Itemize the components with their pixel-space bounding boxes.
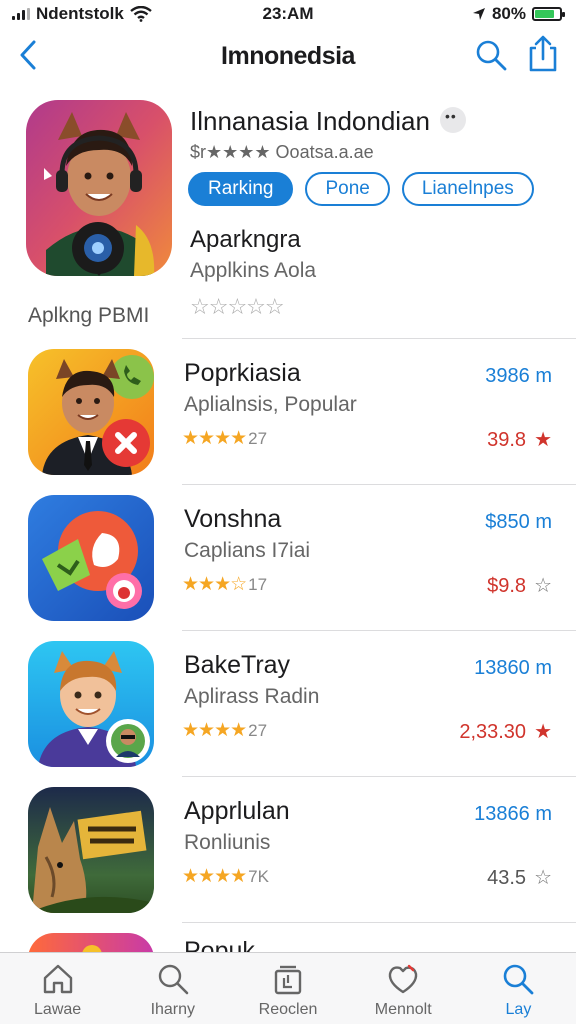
rating-count: 7K bbox=[248, 867, 269, 886]
tab-label: Lay bbox=[505, 1001, 532, 1018]
app-icon[interactable] bbox=[28, 641, 154, 767]
rating-count: 17 bbox=[248, 575, 268, 594]
star-outline-icon: ☆ bbox=[534, 575, 552, 597]
chip-ranking[interactable]: Rarking bbox=[188, 172, 294, 206]
location-icon bbox=[472, 8, 485, 20]
star-rating: ★★★☆ bbox=[182, 574, 247, 595]
tab-label: Lawae bbox=[34, 1001, 82, 1018]
tab-bar: Lawae Iharny Reoclen Mennolt Lay bbox=[0, 952, 576, 1024]
chip-categories[interactable]: Lianelnpes bbox=[401, 172, 534, 206]
star-icon: ★ bbox=[534, 721, 552, 743]
app-rating: ★★★★ 7K bbox=[182, 865, 269, 888]
more-icon[interactable] bbox=[439, 107, 466, 134]
status-bar: Ndentstolk 23:AM 80% bbox=[0, 0, 576, 30]
app-size: $850 m bbox=[485, 511, 552, 533]
list-item[interactable]: Vonshna Caplians I7iai ★★★☆ 17 $850 m $9.… bbox=[28, 484, 576, 630]
stack-icon bbox=[274, 965, 302, 995]
tab-label: Iharny bbox=[150, 1001, 196, 1018]
home-icon bbox=[43, 964, 72, 994]
price-value: 43.5 bbox=[487, 867, 527, 889]
app-price[interactable]: $9.8 ☆ bbox=[487, 573, 552, 598]
star-outline-icon: ☆ bbox=[534, 867, 552, 889]
app-name: Poprkiasia bbox=[184, 359, 301, 387]
battery-percent: 80% bbox=[491, 4, 526, 23]
featured-app-name-text: Ilnnanasia Indondian bbox=[190, 106, 430, 136]
tab-search[interactable]: Iharny bbox=[115, 953, 230, 1024]
featured-developer-sub: Applkins Aola bbox=[190, 259, 317, 282]
app-rating: ★★★★ 27 bbox=[182, 719, 267, 742]
app-rating: ★★★★ 27 bbox=[182, 427, 267, 450]
app-price[interactable]: 39.8 ★ bbox=[487, 427, 552, 452]
price-value: 2,33.30 bbox=[459, 721, 527, 743]
list-item[interactable]: Poprkiasia Aplialnsis, Popular ★★★★ 27 39… bbox=[28, 338, 576, 484]
featured-app-name: Ilnnanasia Indondian bbox=[190, 106, 466, 137]
featured-app-subtitle: $r★★★★ Ooatsa.a.ae bbox=[190, 142, 374, 162]
app-list: Poprkiasia Aplialnsis, Popular ★★★★ 27 39… bbox=[0, 338, 576, 965]
featured-app: Ilnnanasia Indondian $r★★★★ Ooatsa.a.ae … bbox=[0, 96, 576, 336]
featured-rating-stars: ☆☆☆☆☆ bbox=[190, 294, 285, 319]
rating-count: 27 bbox=[248, 721, 268, 740]
filter-chips: Rarking Pone Lianelnpes bbox=[188, 172, 534, 206]
tab-favorites[interactable]: Mennolt bbox=[346, 953, 461, 1024]
chip-pone[interactable]: Pone bbox=[305, 172, 390, 206]
share-icon[interactable] bbox=[526, 34, 560, 72]
app-icon[interactable] bbox=[28, 787, 154, 913]
search-icon bbox=[504, 964, 534, 995]
featured-app-icon[interactable] bbox=[26, 100, 172, 276]
star-rating: ★★★★ bbox=[182, 428, 247, 449]
list-item[interactable]: BakeTray Aplirass Radin ★★★★ 27 13860 m 2… bbox=[28, 630, 576, 776]
tab-label: Mennolt bbox=[374, 1001, 432, 1018]
tab-label: Reoclen bbox=[258, 1001, 318, 1018]
navigation-bar: Imnonedsia bbox=[0, 30, 576, 82]
price-value: $9.8 bbox=[487, 575, 527, 597]
tab-search-active[interactable]: Lay bbox=[461, 953, 576, 1024]
status-right: 80% bbox=[472, 4, 565, 24]
search-icon[interactable] bbox=[474, 38, 508, 72]
app-subtitle: Aplirass Radin bbox=[184, 685, 320, 708]
app-name: Vonshna bbox=[184, 505, 282, 533]
battery-icon bbox=[532, 7, 565, 21]
app-subtitle: Caplians I7iai bbox=[184, 539, 311, 562]
featured-caption: Aplkng PBMI bbox=[28, 304, 150, 327]
rating-count: 27 bbox=[248, 429, 268, 448]
app-name: BakeTray bbox=[184, 651, 291, 679]
app-price[interactable]: 2,33.30 ★ bbox=[459, 719, 552, 744]
star-rating: ★★★★ bbox=[182, 866, 247, 887]
search-icon bbox=[158, 964, 189, 995]
heart-icon bbox=[388, 964, 418, 994]
price-value: 39.8 bbox=[487, 429, 527, 451]
tab-home[interactable]: Lawae bbox=[0, 953, 115, 1024]
app-icon[interactable] bbox=[28, 495, 154, 621]
app-name: Apprlulan bbox=[184, 797, 290, 825]
app-rating: ★★★☆ 17 bbox=[182, 573, 267, 596]
app-price[interactable]: 43.5 ☆ bbox=[487, 865, 552, 890]
app-size: 3986 m bbox=[485, 365, 552, 387]
list-item[interactable]: Apprlulan Ronliunis ★★★★ 7K 13866 m 43.5 ☆ bbox=[28, 776, 576, 922]
app-icon[interactable] bbox=[28, 349, 154, 475]
tab-apps[interactable]: Reoclen bbox=[230, 953, 345, 1024]
star-icon: ★ bbox=[534, 429, 552, 451]
app-subtitle: Aplialnsis, Popular bbox=[184, 393, 357, 416]
app-size: 13860 m bbox=[474, 657, 552, 679]
star-rating: ★★★★ bbox=[182, 720, 247, 741]
app-subtitle: Ronliunis bbox=[184, 831, 271, 854]
app-size: 13866 m bbox=[474, 803, 552, 825]
featured-developer: Aparkngra bbox=[190, 226, 301, 253]
